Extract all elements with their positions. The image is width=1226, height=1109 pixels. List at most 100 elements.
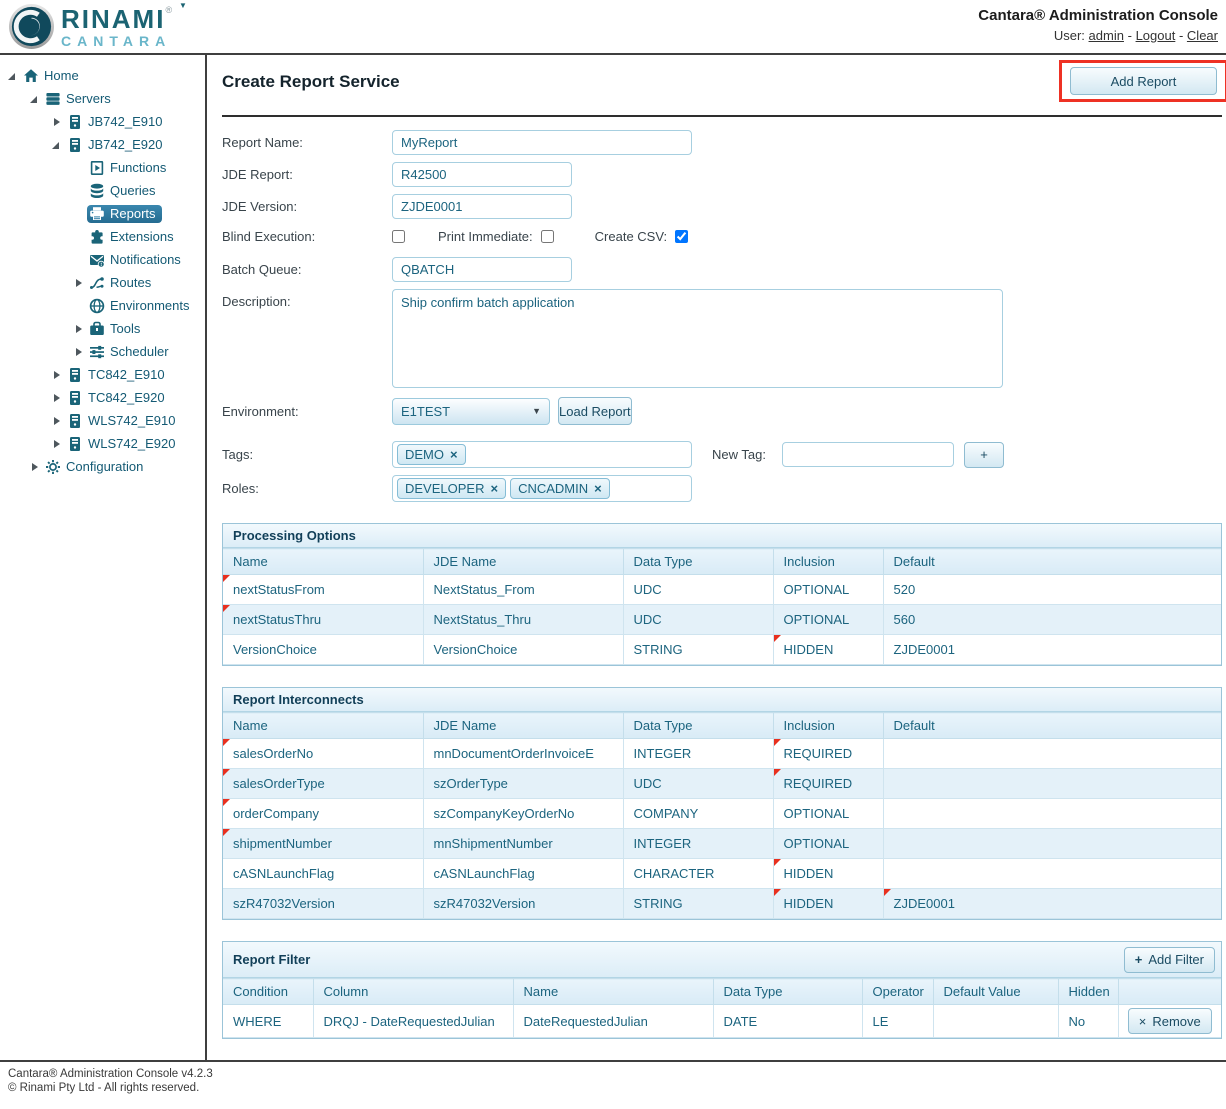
sidebar-item-functions[interactable]: Functions	[0, 156, 205, 179]
cell[interactable]: REQUIRED	[773, 739, 883, 769]
cell[interactable]: DRQJ - DateRequestedJulian	[313, 1005, 513, 1038]
selected-tree-item[interactable]: Reports	[87, 205, 162, 223]
add-tag-button[interactable]: +	[964, 442, 1004, 468]
sidebar-item-tools[interactable]: Tools	[0, 317, 205, 340]
report-name-input[interactable]	[392, 130, 692, 155]
load-report-button[interactable]: Load Report	[558, 397, 632, 425]
column-header[interactable]: Name	[223, 713, 423, 739]
tree-collapsed-icon[interactable]	[49, 413, 65, 429]
cell[interactable]	[883, 829, 1221, 859]
remove-role-icon[interactable]: ×	[594, 481, 602, 496]
jde-version-input[interactable]	[392, 194, 572, 219]
sidebar-item-jb742-e910[interactable]: JB742_E910	[0, 110, 205, 133]
cell[interactable]: HIDDEN	[773, 889, 883, 919]
column-header[interactable]: Name	[513, 979, 713, 1005]
cell[interactable]: OPTIONAL	[773, 799, 883, 829]
cell[interactable]: szR47032Version	[223, 889, 423, 919]
cell[interactable]: salesOrderNo	[223, 739, 423, 769]
cell[interactable]: STRING	[623, 635, 773, 665]
column-header[interactable]: Inclusion	[773, 713, 883, 739]
cell[interactable]: OPTIONAL	[773, 575, 883, 605]
blind-execution-checkbox[interactable]	[392, 230, 405, 243]
cell[interactable]: HIDDEN	[773, 635, 883, 665]
cell[interactable]: VersionChoice	[423, 635, 623, 665]
cell[interactable]: INTEGER	[623, 739, 773, 769]
column-header[interactable]: Name	[223, 549, 423, 575]
column-header[interactable]: Default Value	[933, 979, 1058, 1005]
cell[interactable]: szR47032Version	[423, 889, 623, 919]
cell[interactable]: WHERE	[223, 1005, 313, 1038]
roles-input[interactable]: DEVELOPER × CNCADMIN ×	[392, 475, 692, 502]
cell[interactable]: mnDocumentOrderInvoiceE	[423, 739, 623, 769]
cell[interactable]: mnShipmentNumber	[423, 829, 623, 859]
clear-link[interactable]: Clear	[1187, 28, 1218, 43]
sidebar-item-reports[interactable]: Reports	[0, 202, 205, 225]
sidebar-item-environments[interactable]: Environments	[0, 294, 205, 317]
sidebar-item-home[interactable]: Home	[0, 64, 205, 87]
column-header[interactable]: Hidden	[1058, 979, 1118, 1005]
tree-collapsed-icon[interactable]	[71, 344, 87, 360]
create-csv-checkbox[interactable]	[675, 230, 688, 243]
cell[interactable]: UDC	[623, 575, 773, 605]
user-name-link[interactable]: admin	[1089, 28, 1124, 43]
cell[interactable]: szCompanyKeyOrderNo	[423, 799, 623, 829]
cell[interactable]	[883, 739, 1221, 769]
column-header[interactable]: Inclusion	[773, 549, 883, 575]
cell[interactable]: HIDDEN	[773, 859, 883, 889]
jde-report-input[interactable]	[392, 162, 572, 187]
cell[interactable]: nextStatusFrom	[223, 575, 423, 605]
cell[interactable]: CHARACTER	[623, 859, 773, 889]
column-header[interactable]: Default	[883, 713, 1221, 739]
tree-collapsed-icon[interactable]	[49, 367, 65, 383]
tree-collapsed-icon[interactable]	[49, 436, 65, 452]
cell[interactable]	[883, 859, 1221, 889]
sidebar-item-configuration[interactable]: Configuration	[0, 455, 205, 478]
sidebar-item-notifications[interactable]: Notifications	[0, 248, 205, 271]
cell[interactable]: OPTIONAL	[773, 829, 883, 859]
cell[interactable]: UDC	[623, 605, 773, 635]
sidebar-item-scheduler[interactable]: Scheduler	[0, 340, 205, 363]
tags-input[interactable]: DEMO ×	[392, 441, 692, 468]
cell[interactable]	[883, 799, 1221, 829]
cell[interactable]	[933, 1005, 1058, 1038]
cell[interactable]: NextStatus_Thru	[423, 605, 623, 635]
column-header[interactable]: Data Type	[713, 979, 862, 1005]
cell[interactable]: cASNLaunchFlag	[423, 859, 623, 889]
column-header[interactable]: JDE Name	[423, 549, 623, 575]
environment-select[interactable]: E1TEST ▼	[392, 398, 550, 425]
cell[interactable]: COMPANY	[623, 799, 773, 829]
new-tag-input[interactable]	[782, 442, 954, 467]
cell[interactable]	[883, 769, 1221, 799]
cell[interactable]: LE	[862, 1005, 933, 1038]
sidebar-item-extensions[interactable]: Extensions	[0, 225, 205, 248]
cell[interactable]: DateRequestedJulian	[513, 1005, 713, 1038]
cell[interactable]: VersionChoice	[223, 635, 423, 665]
tree-expanded-icon[interactable]	[49, 137, 65, 153]
cell[interactable]: STRING	[623, 889, 773, 919]
cell[interactable]: UDC	[623, 769, 773, 799]
cell[interactable]: shipmentNumber	[223, 829, 423, 859]
cell[interactable]: nextStatusThru	[223, 605, 423, 635]
batch-queue-input[interactable]	[392, 257, 572, 282]
cell[interactable]: ZJDE0001	[883, 635, 1221, 665]
logout-link[interactable]: Logout	[1136, 28, 1176, 43]
column-header[interactable]: Operator	[862, 979, 933, 1005]
column-header[interactable]: Condition	[223, 979, 313, 1005]
cell[interactable]: NextStatus_From	[423, 575, 623, 605]
tree-collapsed-icon[interactable]	[49, 390, 65, 406]
column-header[interactable]: JDE Name	[423, 713, 623, 739]
column-header[interactable]: Data Type	[623, 713, 773, 739]
sidebar-item-wls742-e910[interactable]: WLS742_E910	[0, 409, 205, 432]
cell[interactable]: 520	[883, 575, 1221, 605]
sidebar-item-tc842-e910[interactable]: TC842_E910	[0, 363, 205, 386]
sidebar-item-jb742-e920[interactable]: JB742_E920	[0, 133, 205, 156]
add-report-button[interactable]: Add Report	[1070, 67, 1217, 95]
sidebar-item-queries[interactable]: Queries	[0, 179, 205, 202]
description-textarea[interactable]: Ship confirm batch application	[392, 289, 1003, 388]
cell[interactable]: REQUIRED	[773, 769, 883, 799]
cell[interactable]: OPTIONAL	[773, 605, 883, 635]
sidebar-item-tc842-e920[interactable]: TC842_E920	[0, 386, 205, 409]
cell[interactable]: No	[1058, 1005, 1118, 1038]
column-header[interactable]: Column	[313, 979, 513, 1005]
tree-collapsed-icon[interactable]	[27, 459, 43, 475]
